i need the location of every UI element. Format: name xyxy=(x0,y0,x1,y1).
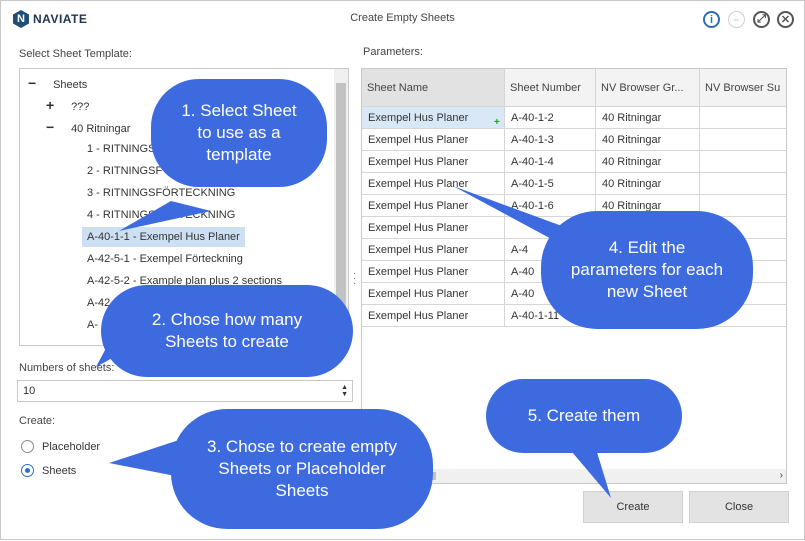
callout-4-text: 4. Edit the parameters for each new Shee… xyxy=(570,238,724,301)
callout-1-tail xyxy=(119,201,211,231)
callout-1: 1. Select Sheet to use as a template xyxy=(151,79,327,187)
callout-2-text: 2. Chose how many Sheets to create xyxy=(151,310,303,351)
callout-3: 3. Chose to create empty Sheets or Place… xyxy=(171,409,433,529)
callout-2: 2. Chose how many Sheets to create xyxy=(101,285,353,377)
callout-5-text: 5. Create them xyxy=(527,406,641,425)
callout-5: 5. Create them xyxy=(486,379,682,453)
callout-1-text: 1. Select Sheet to use as a template xyxy=(181,101,297,164)
callout-4: 4. Edit the parameters for each new Shee… xyxy=(541,211,753,329)
create-empty-sheets-dialog: N NAVIATE Create Empty Sheets i – ⤢ ✕ Se… xyxy=(0,0,805,540)
callout-3-text: 3. Chose to create empty Sheets or Place… xyxy=(207,437,397,500)
